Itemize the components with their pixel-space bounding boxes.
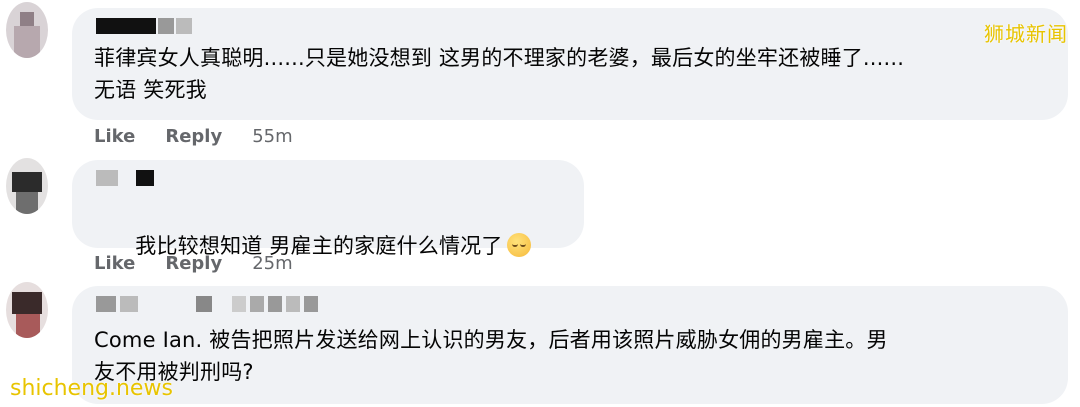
comment-1: 菲律宾女人真聪明......只是她没想到 这男的不理家的老婆，最后女的坐牢还被睡… (0, 0, 1080, 160)
comment-text: 菲律宾女人真聪明......只是她没想到 这男的不理家的老婆，最后女的坐牢还被睡… (94, 46, 905, 102)
comment-bubble: 菲律宾女人真聪明......只是她没想到 这男的不理家的老婆，最后女的坐牢还被睡… (72, 8, 1068, 120)
comment-actions: Like Reply 25m (94, 253, 323, 274)
comment-bubble: 我比较想知道 男雇主的家庭什么情况了 (72, 160, 584, 258)
reply-button[interactable]: Reply (165, 253, 222, 274)
avatar[interactable] (6, 2, 48, 58)
watermark-url: shicheng.news (10, 376, 173, 401)
timestamp[interactable]: 55m (252, 126, 292, 147)
comment-2: 我比较想知道 男雇主的家庭什么情况了 Like Reply 25m (0, 152, 1080, 282)
comment-actions: Like Reply 55m (94, 126, 323, 147)
avatar[interactable] (6, 282, 48, 338)
watermark-logo: 狮城新闻 (984, 22, 1068, 46)
like-button[interactable]: Like (94, 126, 135, 147)
comment-bubble: Come Ian. 被告把照片发送给网上认识的男友，后者用该照片威胁女佣的男雇主… (72, 286, 1068, 404)
reply-button[interactable]: Reply (165, 126, 222, 147)
relieved-face-icon (506, 233, 531, 257)
avatar[interactable] (6, 158, 48, 214)
timestamp[interactable]: 25m (252, 253, 292, 274)
comment-text: Come Ian. 被告把照片发送给网上认识的男友，后者用该照片威胁女佣的男雇主… (94, 328, 888, 384)
like-button[interactable]: Like (94, 253, 135, 274)
